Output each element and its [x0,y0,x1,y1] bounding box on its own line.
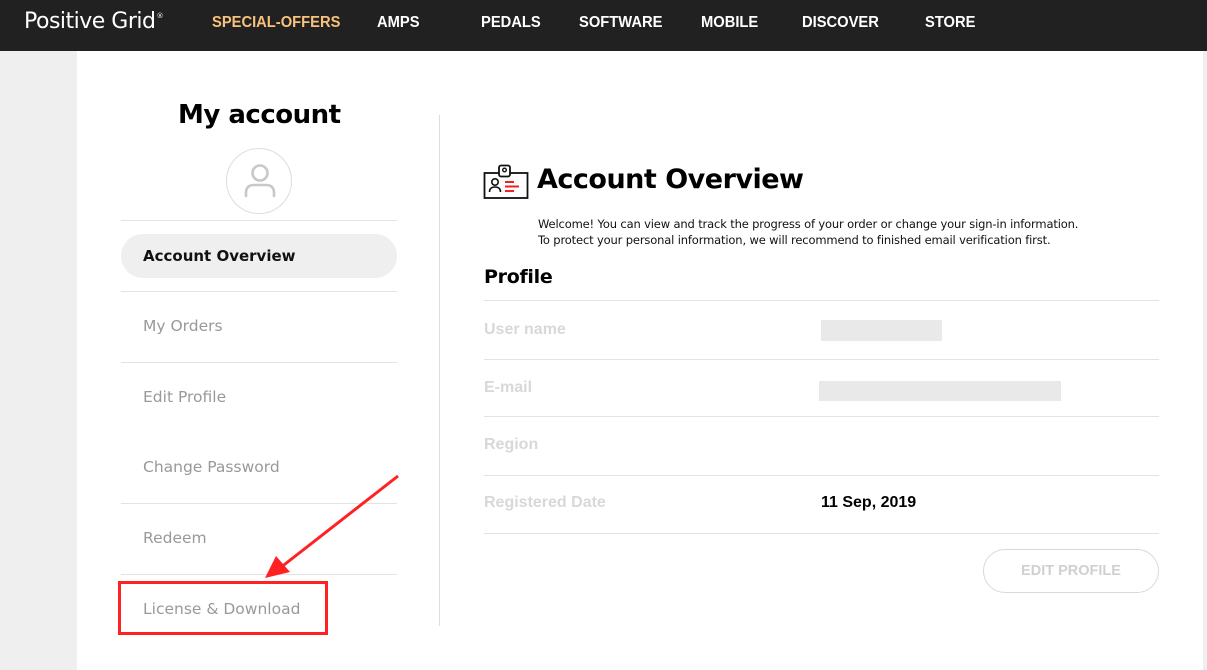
nav-store[interactable]: STORE [925,14,975,32]
sidebar-divider [121,574,397,575]
registered-date-label: Registered Date [484,494,606,511]
profile-divider [484,533,1159,534]
sidebar-title: My account [178,100,341,130]
profile-divider [484,359,1159,360]
logo-text: Positive Grid [24,9,156,34]
profile-divider [484,300,1159,301]
profile-divider [484,416,1159,417]
sidebar-item-my-orders[interactable]: My Orders [121,304,397,348]
avatar [226,148,292,214]
page-right-gutter [1203,51,1207,670]
welcome-line: To protect your personal information, we… [538,232,1051,247]
region-label: Region [484,436,539,453]
username-value-redacted [821,320,942,341]
nav-pedals[interactable]: PEDALS [481,14,541,32]
sidebar-item-edit-profile[interactable]: Edit Profile [121,375,397,419]
user-icon [244,164,276,198]
sidebar-divider [121,220,397,221]
sidebar-item-account-overview[interactable]: Account Overview [121,234,397,278]
sidebar-item-license-download[interactable]: License & Download [121,587,397,631]
username-label: User name [484,321,566,338]
nav-special-offers[interactable]: SPECIAL-OFFERS [212,14,340,32]
sidebar-item-redeem[interactable]: Redeem [121,516,397,560]
sidebar-divider [121,503,397,504]
nav-discover[interactable]: DISCOVER [802,14,879,32]
id-badge-icon [483,164,529,199]
email-value-redacted [819,381,1061,401]
profile-heading: Profile [484,266,553,288]
sidebar-item-change-password[interactable]: Change Password [121,445,397,489]
page-title: Account Overview [537,164,804,195]
edit-profile-button[interactable]: EDIT PROFILE [983,549,1159,593]
profile-divider [484,475,1159,476]
email-label: E-mail [484,379,533,396]
sidebar-divider [121,291,397,292]
column-divider [439,115,440,626]
registered-date-value: 11 Sep, 2019 [821,494,917,511]
nav-software[interactable]: SOFTWARE [579,14,662,32]
sidebar-divider [121,362,397,363]
nav-amps[interactable]: AMPS [377,14,420,32]
welcome-message: Welcome! You can view and track the prog… [538,217,1078,248]
registered-mark: ® [156,12,163,20]
nav-mobile[interactable]: MOBILE [701,14,758,32]
positive-grid-logo[interactable]: Positive Grid® [24,9,163,34]
top-navigation-bar: Positive Grid® SPECIAL-OFFERS AMPS PEDAL… [0,0,1207,51]
welcome-line: Welcome! You can view and track the prog… [538,217,1079,231]
